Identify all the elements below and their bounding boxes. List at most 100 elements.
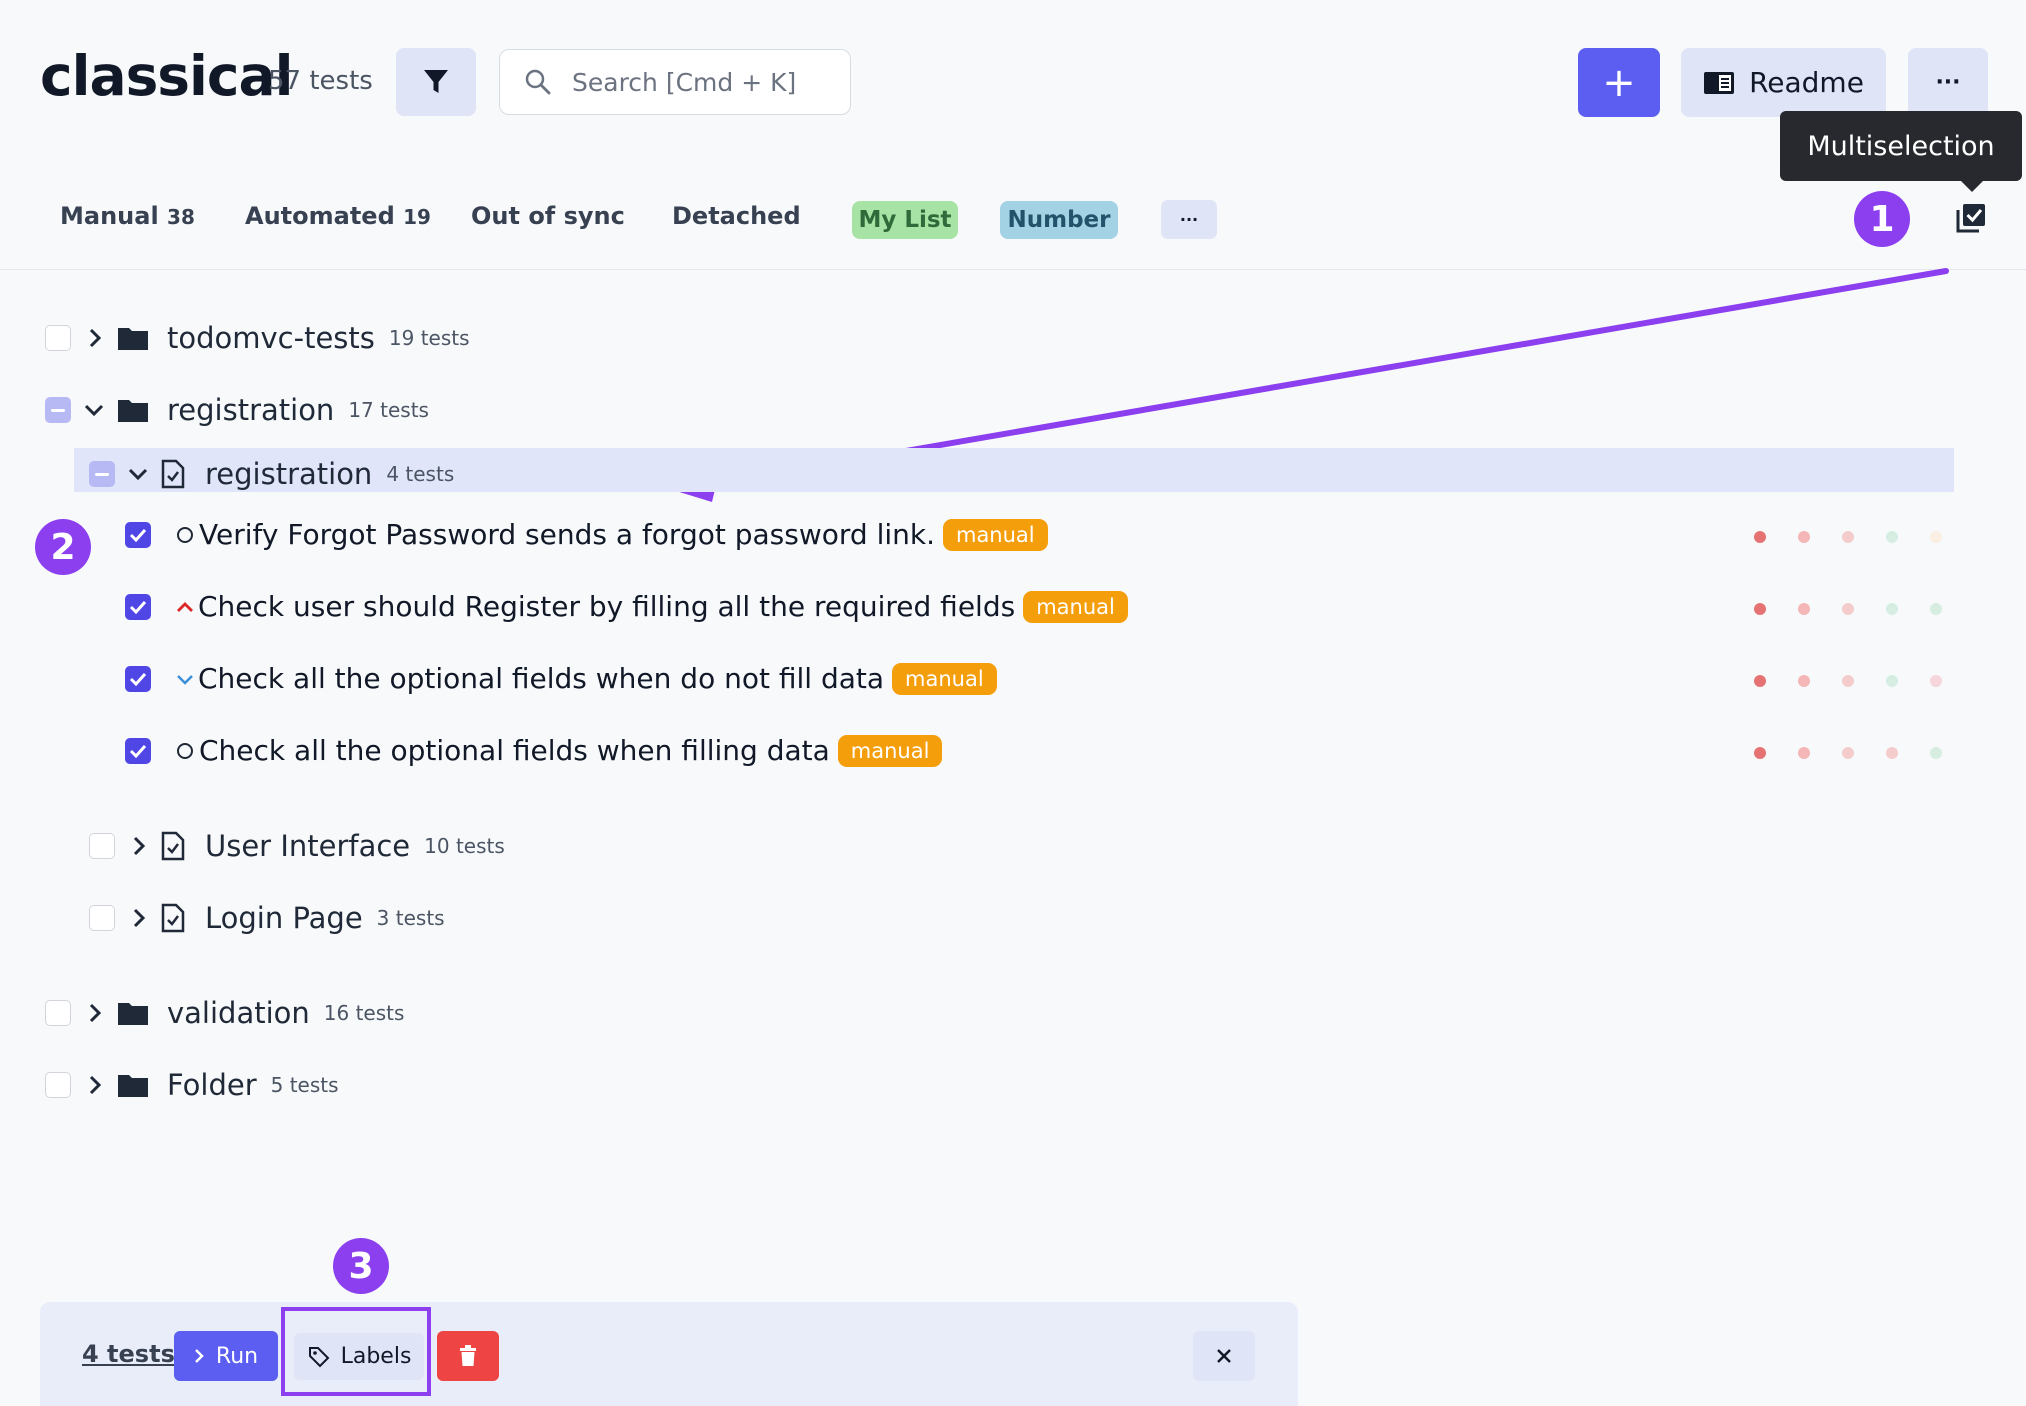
row-checkbox[interactable]: [45, 325, 71, 351]
folder-count: 5 tests: [270, 1073, 339, 1097]
suite-count: 3 tests: [376, 906, 445, 930]
folder-icon: [118, 400, 148, 422]
check-icon: [129, 528, 147, 542]
history-dot: [1930, 603, 1942, 615]
priority-normal-icon: [177, 742, 193, 759]
chevron-right-icon[interactable]: [131, 835, 147, 857]
close-icon: [1217, 1349, 1231, 1363]
row-checkbox[interactable]: [45, 1072, 71, 1098]
history-dot: [1842, 531, 1854, 543]
check-icon: [129, 600, 147, 614]
history-dot: [1798, 531, 1810, 543]
test-checkbox[interactable]: [125, 521, 151, 548]
folder-name: todomvc-tests: [167, 321, 375, 355]
folder-icon: [118, 1075, 148, 1097]
folder-count: 19 tests: [388, 326, 470, 350]
row-checkbox-partial[interactable]: [89, 461, 115, 487]
history-dot: [1886, 603, 1898, 615]
suite-file-icon: [161, 831, 185, 861]
annotation-arrow: [676, 268, 1949, 502]
priority-high-icon: [177, 601, 193, 612]
tree-row-user-interface[interactable]: User Interface 10 tests: [89, 829, 505, 863]
test-title: Check user should Register by filling al…: [198, 590, 1016, 623]
tree-row-login-page[interactable]: Login Page 3 tests: [89, 901, 445, 935]
history-dot: [1798, 603, 1810, 615]
row-checkbox[interactable]: [89, 833, 115, 859]
delete-button[interactable]: [437, 1331, 499, 1381]
history-dot: [1754, 747, 1766, 759]
run-button[interactable]: Run: [174, 1331, 278, 1381]
selected-tests-link[interactable]: 4 tests: [82, 1340, 175, 1368]
test-row[interactable]: Check all the optional fields when filli…: [125, 734, 943, 767]
row-checkbox[interactable]: [89, 905, 115, 931]
manual-tag: manual: [892, 662, 997, 695]
run-history: [1754, 531, 1942, 543]
folder-name: Folder: [167, 1068, 257, 1102]
history-dot: [1930, 747, 1942, 759]
check-icon: [129, 672, 147, 686]
test-title: Check all the optional fields when do no…: [198, 662, 885, 695]
chevron-right-icon[interactable]: [87, 1074, 103, 1096]
run-history: [1754, 675, 1942, 687]
test-checkbox[interactable]: [125, 665, 151, 692]
folder-icon: [118, 328, 148, 350]
history-dot: [1798, 747, 1810, 759]
check-icon: [129, 744, 147, 758]
chevron-right-icon[interactable]: [131, 907, 147, 929]
annotation-badge-1: 1: [1854, 191, 1910, 247]
suite-name: Login Page: [205, 901, 363, 935]
chevron-right-icon: [195, 1349, 204, 1363]
history-dot: [1886, 531, 1898, 543]
tree-row-folder[interactable]: Folder 5 tests: [45, 1068, 339, 1102]
row-checkbox[interactable]: [45, 1000, 71, 1026]
tree-row-todomvc[interactable]: todomvc-tests 19 tests: [45, 321, 470, 355]
suite-count: 10 tests: [424, 834, 505, 858]
history-dot: [1842, 675, 1854, 687]
labels-highlight-frame: [281, 1307, 431, 1396]
folder-count: 17 tests: [348, 398, 429, 422]
history-dot: [1930, 531, 1942, 543]
row-checkbox-partial[interactable]: [45, 397, 71, 423]
history-dot: [1886, 747, 1898, 759]
test-row[interactable]: Check all the optional fields when do no…: [125, 662, 997, 695]
test-title: Verify Forgot Password sends a forgot pa…: [199, 518, 935, 551]
priority-low-icon: [177, 674, 193, 685]
run-label: Run: [215, 1343, 259, 1369]
annotation-badge-3: 3: [333, 1238, 389, 1294]
test-row[interactable]: Check user should Register by filling al…: [125, 590, 1128, 623]
chevron-down-icon[interactable]: [83, 402, 105, 418]
history-dot: [1842, 747, 1854, 759]
annotation-badge-2: 2: [35, 519, 91, 575]
chevron-down-icon[interactable]: [127, 466, 149, 482]
suite-count: 4 tests: [386, 462, 455, 486]
test-checkbox[interactable]: [125, 737, 151, 764]
manual-tag: manual: [942, 518, 1048, 551]
test-row[interactable]: Verify Forgot Password sends a forgot pa…: [125, 518, 1048, 551]
test-title: Check all the optional fields when filli…: [199, 734, 830, 767]
suite-name: registration: [205, 457, 373, 491]
folder-name: registration: [167, 393, 335, 427]
trash-icon: [460, 1345, 476, 1366]
history-dot: [1930, 675, 1942, 687]
history-dot: [1754, 675, 1766, 687]
suite-name: User Interface: [205, 829, 411, 863]
tree-row-registration-folder[interactable]: registration 17 tests: [45, 393, 429, 427]
history-dot: [1886, 675, 1898, 687]
chevron-right-icon[interactable]: [87, 1002, 103, 1024]
run-history: [1754, 603, 1942, 615]
close-multiselection-button[interactable]: [1193, 1331, 1255, 1381]
history-dot: [1798, 675, 1810, 687]
tree-row-validation[interactable]: validation 16 tests: [45, 996, 404, 1030]
folder-count: 16 tests: [323, 1001, 405, 1025]
suite-file-icon: [161, 459, 185, 489]
chevron-right-icon[interactable]: [87, 327, 103, 349]
folder-name: validation: [167, 996, 310, 1030]
history-dot: [1754, 603, 1766, 615]
priority-normal-icon: [177, 526, 193, 543]
run-history: [1754, 747, 1942, 759]
manual-tag: manual: [837, 734, 943, 767]
manual-tag: manual: [1023, 590, 1128, 623]
tree-row-registration-suite[interactable]: registration 4 tests: [89, 457, 454, 491]
test-checkbox[interactable]: [125, 593, 151, 620]
history-dot: [1842, 603, 1854, 615]
